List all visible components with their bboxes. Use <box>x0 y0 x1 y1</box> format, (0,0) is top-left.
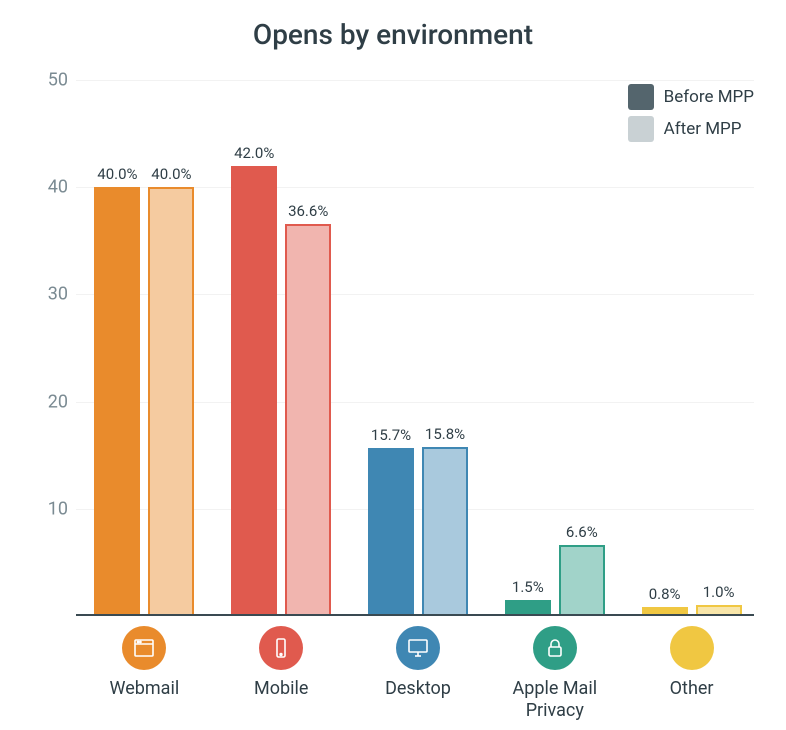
x-axis-item: Desktop <box>358 626 478 700</box>
lock-icon <box>533 626 577 670</box>
legend-swatch-after <box>628 116 654 142</box>
legend-item-before: Before MPP <box>628 84 754 110</box>
none-icon <box>670 626 714 670</box>
bar-value-label: 15.8% <box>425 425 465 443</box>
bar-group: 40.0%40.0% <box>94 187 194 616</box>
x-axis-label: Mobile <box>254 678 308 700</box>
bar-group: 1.5% 6.6% <box>505 545 605 616</box>
plot-area: Before MPP After MPP 1020304050 40.0%40.… <box>76 80 760 616</box>
bar-value-label: 42.0% <box>234 144 274 162</box>
bar-value-label: 1.5% <box>512 578 544 596</box>
x-axis-label: Webmail <box>110 678 180 700</box>
bar-after: 15.8% <box>422 447 468 616</box>
x-axis-label: Apple Mail Privacy <box>512 678 597 721</box>
bar-after: 40.0% <box>148 187 194 616</box>
x-axis: Webmail Mobile Desktop Apple Mail Privac… <box>76 626 760 720</box>
x-axis-item: Mobile <box>221 626 341 700</box>
x-axis-item: Webmail <box>84 626 204 700</box>
y-tick-label: 40 <box>32 177 68 198</box>
chart-title: Opens by environment <box>0 0 786 51</box>
bar-after: 6.6% <box>559 545 605 616</box>
mobile-icon <box>259 626 303 670</box>
bar-before: 42.0% <box>231 166 277 616</box>
bar-value-label: 36.6% <box>288 202 328 220</box>
x-axis-baseline <box>76 614 754 616</box>
y-tick-label: 30 <box>32 284 68 305</box>
bar-group: 42.0%36.6% <box>231 166 331 616</box>
x-axis-item: Other <box>632 626 752 700</box>
legend-swatch-before <box>628 84 654 110</box>
legend-item-after: After MPP <box>628 116 754 142</box>
bar-before: 15.7% <box>368 448 414 616</box>
bar-before: 40.0% <box>94 187 140 616</box>
bar-value-label: 6.6% <box>566 523 598 541</box>
grid-line <box>76 80 754 81</box>
y-tick-label: 10 <box>32 498 68 519</box>
y-tick-label: 50 <box>32 70 68 91</box>
y-tick-label: 20 <box>32 391 68 412</box>
bar-value-label: 15.7% <box>371 426 411 444</box>
x-axis-label: Desktop <box>385 678 451 700</box>
webmail-icon <box>122 626 166 670</box>
desktop-icon <box>396 626 440 670</box>
legend-label: After MPP <box>664 119 742 139</box>
chart-container: Opens by environment Before MPP After MP… <box>0 0 786 730</box>
bar-after: 36.6% <box>285 224 331 616</box>
bar-group: 15.7%15.8% <box>368 447 468 616</box>
bar-value-label: 1.0% <box>703 583 735 601</box>
bar-value-label: 40.0% <box>97 165 137 183</box>
legend-label: Before MPP <box>664 87 754 107</box>
x-axis-label: Other <box>670 678 714 700</box>
legend: Before MPP After MPP <box>628 84 754 148</box>
bar-value-label: 0.8% <box>649 585 681 603</box>
x-axis-item: Apple Mail Privacy <box>495 626 615 721</box>
bar-value-label: 40.0% <box>151 165 191 183</box>
